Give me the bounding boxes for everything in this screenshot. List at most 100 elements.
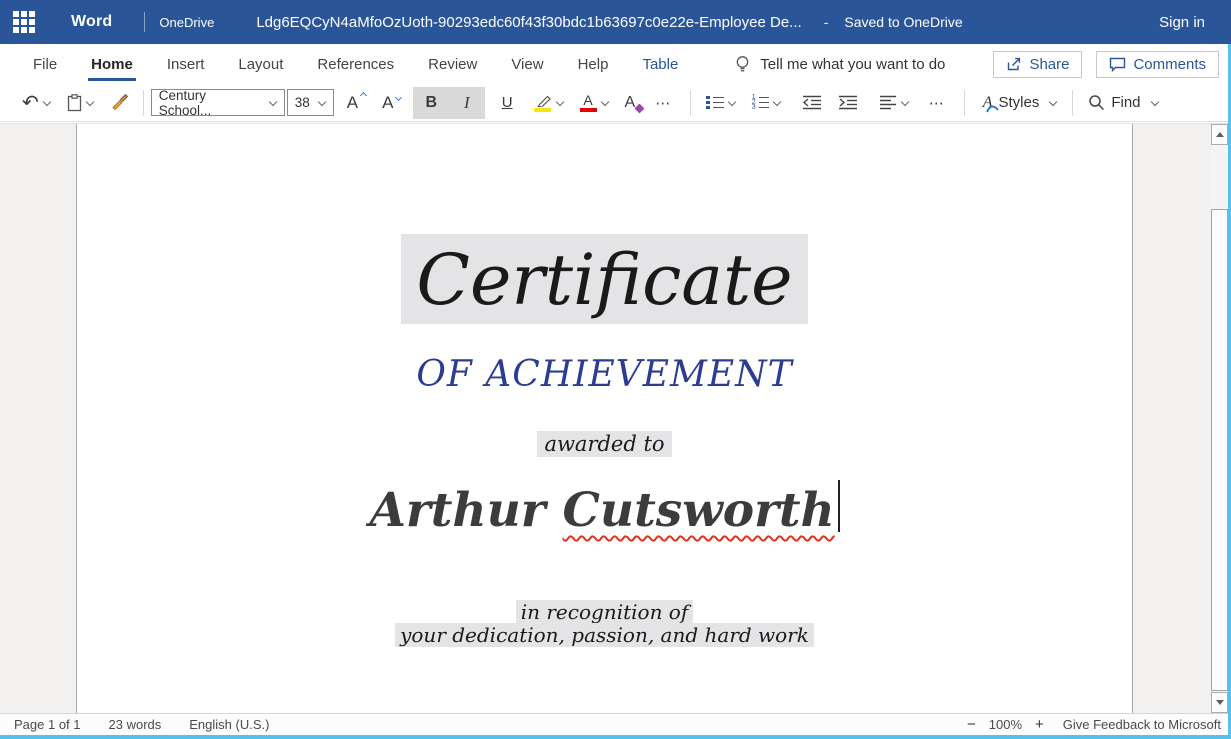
tab-review[interactable]: Review xyxy=(411,47,494,81)
tell-me-box[interactable]: Tell me what you want to do xyxy=(735,55,945,74)
page-count[interactable]: Page 1 of 1 xyxy=(14,717,81,732)
toolbar-divider xyxy=(690,90,691,116)
feedback-link[interactable]: Give Feedback to Microsoft xyxy=(1063,717,1221,732)
styles-button[interactable]: A Styles xyxy=(978,90,1063,116)
document-title[interactable]: Ldg6EQCyN4aMfoOzUoth-90293edc60f43f30bdc… xyxy=(256,14,801,31)
font-name-combobox[interactable]: Century School... xyxy=(151,89,285,116)
chevron-down-icon xyxy=(269,97,277,105)
titlebar-divider xyxy=(144,12,145,32)
bullets-button[interactable] xyxy=(701,91,741,114)
increase-indent-icon xyxy=(838,95,858,110)
app-launcher-icon[interactable] xyxy=(13,11,35,33)
italic-button[interactable]: I xyxy=(449,87,485,119)
zoom-out-button[interactable]: − xyxy=(964,716,979,733)
ribbon-right-actions: Share Comments xyxy=(993,51,1231,78)
toolbar-divider xyxy=(964,90,965,116)
share-label: Share xyxy=(1029,56,1069,73)
tab-insert[interactable]: Insert xyxy=(150,47,222,81)
selected-text[interactable]: your dedication, passion, and hard work xyxy=(395,623,814,647)
font-color-icon: A xyxy=(580,94,597,112)
undo-button[interactable]: ↶ xyxy=(17,91,56,115)
undo-group: ↶ xyxy=(14,90,136,116)
bold-icon: B xyxy=(425,94,437,112)
comments-button[interactable]: Comments xyxy=(1096,51,1219,78)
scroll-up-button[interactable] xyxy=(1211,124,1228,145)
alignment-button[interactable] xyxy=(874,91,914,114)
scrollbar-thumb[interactable] xyxy=(1211,209,1228,691)
vertical-scrollbar[interactable] xyxy=(1211,124,1228,713)
font-size-combobox[interactable]: 38 xyxy=(287,89,334,116)
chevron-down-icon xyxy=(555,97,563,105)
tab-file[interactable]: File xyxy=(16,47,74,81)
text-cursor xyxy=(838,480,840,532)
titlebar: Word OneDrive Ldg6EQCyN4aMfoOzUoth-90293… xyxy=(0,0,1231,44)
tab-references[interactable]: References xyxy=(300,47,411,81)
tell-me-label: Tell me what you want to do xyxy=(760,56,945,73)
align-icon xyxy=(879,95,897,110)
format-painter-icon xyxy=(110,94,128,111)
save-status[interactable]: Saved to OneDrive xyxy=(844,14,962,30)
tab-view[interactable]: View xyxy=(494,47,560,81)
scroll-down-button[interactable] xyxy=(1211,692,1228,713)
achievement-subheading[interactable]: OF ACHIEVEMENT xyxy=(77,354,1132,395)
bold-italic-pressed-group: B I xyxy=(413,87,484,119)
font-overflow-button[interactable]: ⋯ xyxy=(646,90,680,116)
selected-text[interactable]: in recognition of xyxy=(516,600,694,624)
chevron-down-icon xyxy=(43,97,51,105)
window-edge-bottom xyxy=(0,735,1231,739)
highlight-button[interactable] xyxy=(529,90,569,116)
tab-table[interactable]: Table xyxy=(625,47,695,81)
scroll-down-icon xyxy=(1216,700,1224,705)
decrease-indent-button[interactable] xyxy=(797,91,827,114)
numbering-button[interactable]: 1 2 3 xyxy=(747,91,786,114)
app-name[interactable]: Word xyxy=(71,13,112,31)
chevron-down-icon xyxy=(86,97,94,105)
chevron-down-icon xyxy=(1049,97,1057,105)
chevron-down-icon xyxy=(900,97,908,105)
underline-button[interactable]: U xyxy=(492,88,523,117)
zoom-level[interactable]: 100% xyxy=(989,717,1022,732)
awarded-to-line[interactable]: awarded to xyxy=(77,432,1132,456)
format-painter-button[interactable] xyxy=(105,90,133,115)
ellipsis-icon: ⋯ xyxy=(651,94,675,112)
highlight-color-bar xyxy=(534,108,551,112)
find-button[interactable]: Find xyxy=(1083,90,1163,115)
selected-text[interactable]: awarded to xyxy=(537,431,671,457)
zoom-in-button[interactable]: + xyxy=(1032,716,1047,733)
tab-help[interactable]: Help xyxy=(561,47,626,81)
recognition-line-2[interactable]: your dedication, passion, and hard work xyxy=(77,624,1132,647)
chevron-down-icon xyxy=(600,97,608,105)
certificate-heading[interactable]: Certificate xyxy=(77,238,1132,322)
share-button[interactable]: Share xyxy=(993,51,1082,78)
grow-font-button[interactable]: A xyxy=(342,89,371,117)
recipient-name-line[interactable]: Arthur Cutsworth xyxy=(77,480,1132,538)
grow-font-icon: A xyxy=(347,93,366,113)
clear-formatting-icon: A xyxy=(625,94,636,112)
status-left: Page 1 of 1 23 words English (U.S.) xyxy=(0,717,269,732)
language-indicator[interactable]: English (U.S.) xyxy=(189,717,269,732)
shrink-font-button[interactable]: A xyxy=(377,89,406,117)
recipient-last-name-misspelled[interactable]: Cutsworth xyxy=(563,483,835,538)
comments-label: Comments xyxy=(1133,56,1206,73)
recognition-line-1[interactable]: in recognition of xyxy=(77,601,1132,624)
tab-layout[interactable]: Layout xyxy=(221,47,300,81)
tab-home[interactable]: Home xyxy=(74,47,150,81)
decrease-indent-icon xyxy=(802,95,822,110)
document-page[interactable]: Certificate OF ACHIEVEMENT awarded to Ar… xyxy=(76,124,1133,713)
clear-formatting-button[interactable]: A xyxy=(620,90,641,116)
paragraph-overflow-button[interactable]: ⋯ xyxy=(920,90,954,116)
increase-indent-button[interactable] xyxy=(833,91,863,114)
share-icon xyxy=(1006,56,1022,72)
sign-in-link[interactable]: Sign in xyxy=(1159,14,1205,31)
paste-button[interactable] xyxy=(62,90,99,116)
numbered-list-icon: 1 2 3 xyxy=(752,95,769,110)
bold-button[interactable]: B xyxy=(413,88,449,118)
recipient-first-name[interactable]: Arthur xyxy=(369,483,545,538)
title-dash: - xyxy=(824,14,829,30)
platform-label[interactable]: OneDrive xyxy=(159,15,214,30)
chevron-down-icon xyxy=(772,97,780,105)
font-color-button[interactable]: A xyxy=(575,90,614,116)
status-right: − 100% + Give Feedback to Microsoft xyxy=(964,716,1231,733)
word-count[interactable]: 23 words xyxy=(109,717,162,732)
selected-text[interactable]: Certificate xyxy=(401,234,807,324)
